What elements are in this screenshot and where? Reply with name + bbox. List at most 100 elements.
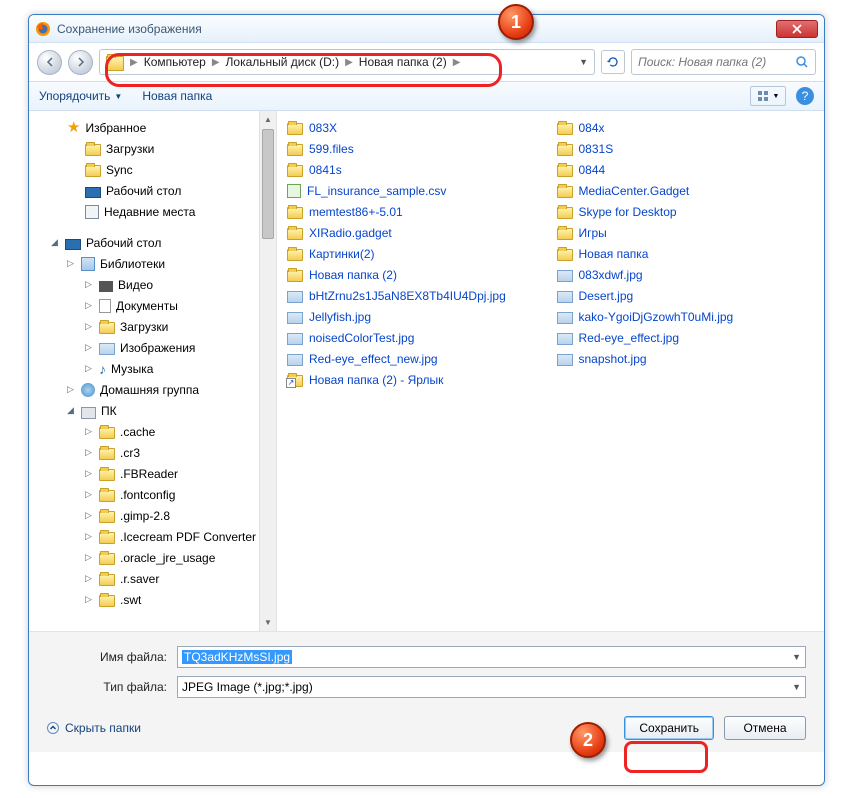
file-item[interactable]: 084x — [551, 117, 821, 138]
tree-desktop[interactable]: ◢Рабочий стол — [37, 232, 276, 253]
tree-documents[interactable]: ▷Документы — [37, 295, 276, 316]
expander-icon[interactable]: ▷ — [85, 447, 94, 458]
expander-icon[interactable]: ▷ — [85, 342, 94, 353]
expander-icon[interactable]: ▷ — [67, 258, 76, 269]
tree-homegroup[interactable]: ▷Домашняя группа — [37, 379, 276, 400]
file-item[interactable]: Red-eye_effect_new.jpg — [281, 348, 551, 369]
file-item[interactable]: XIRadio.gadget — [281, 222, 551, 243]
expander-icon[interactable]: ◢ — [67, 405, 76, 416]
tree-folder[interactable]: ▷.r.saver — [37, 568, 276, 589]
file-item[interactable]: 083X — [281, 117, 551, 138]
file-column-2: 084x0831S 0844 MediaCenter.GadgetSkype for… — [551, 117, 821, 625]
file-item[interactable]: Новая папка (2) - Ярлык — [281, 369, 551, 390]
expander-icon[interactable]: ▷ — [85, 594, 94, 605]
dialog-window: Сохранение изображения ▶ Компьютер ▶ Лок… — [28, 14, 825, 786]
file-item[interactable]: Red-eye_effect.jpg — [551, 327, 821, 348]
expander-icon[interactable]: ▷ — [85, 573, 94, 584]
tree-video[interactable]: ▷Видео — [37, 274, 276, 295]
file-item[interactable]: Новая папка — [551, 243, 821, 264]
file-item[interactable]: Desert.jpg — [551, 285, 821, 306]
file-name: Новая папка (2) — [309, 268, 397, 282]
expander-icon[interactable]: ▷ — [85, 510, 94, 521]
refresh-button[interactable] — [601, 50, 625, 74]
scroll-up-icon[interactable]: ▲ — [260, 111, 276, 128]
file-item[interactable]: bHtZrnu2s1J5aN8EX8Tb4IU4Dpj.jpg — [281, 285, 551, 306]
file-item[interactable]: kako-YgoiDjGzowhT0uMi.jpg — [551, 306, 821, 327]
tree-music[interactable]: ▷♪Музыка — [37, 358, 276, 379]
file-item[interactable]: FL_insurance_sample.csv — [281, 180, 551, 201]
expander-icon[interactable]: ▷ — [85, 468, 94, 479]
tree-recent[interactable]: Недавние места — [37, 201, 276, 222]
file-item[interactable]: Игры — [551, 222, 821, 243]
help-button[interactable]: ? — [796, 87, 814, 105]
file-item[interactable]: Jellyfish.jpg — [281, 306, 551, 327]
file-item[interactable]: 0841s — [281, 159, 551, 180]
forward-button[interactable] — [68, 50, 93, 75]
expander-icon[interactable]: ◢ — [51, 237, 60, 248]
expander-icon[interactable]: ▷ — [85, 321, 94, 332]
tree-libraries[interactable]: ▷Библиотеки — [37, 253, 276, 274]
expander-icon[interactable]: ▷ — [85, 489, 94, 500]
tree-folder[interactable]: ▷.cache — [37, 421, 276, 442]
expander-icon[interactable]: ▷ — [85, 363, 94, 374]
tree-downloads[interactable]: Загрузки — [37, 138, 276, 159]
file-item[interactable]: 083xdwf.jpg — [551, 264, 821, 285]
filename-input[interactable]: TQ3adKHzMsSI.jpg ▼ — [177, 646, 806, 668]
file-item[interactable]: MediaCenter.Gadget — [551, 180, 821, 201]
chevron-down-icon[interactable]: ▼ — [792, 682, 801, 692]
file-name: Red-eye_effect.jpg — [579, 331, 680, 345]
breadcrumb-drive[interactable]: Локальный диск (D:) — [226, 55, 340, 69]
tree-folder[interactable]: ▷.swt — [37, 589, 276, 610]
chevron-down-icon[interactable]: ▼ — [792, 652, 801, 662]
file-item[interactable]: noisedColorTest.jpg — [281, 327, 551, 348]
tree-folder[interactable]: ▷.cr3 — [37, 442, 276, 463]
file-item[interactable]: Новая папка (2) — [281, 264, 551, 285]
file-item[interactable]: 0844 — [551, 159, 821, 180]
file-name: 0844 — [579, 163, 606, 177]
filename-value: TQ3adKHzMsSI.jpg — [182, 650, 292, 664]
back-button[interactable] — [37, 50, 62, 75]
chevron-down-icon[interactable]: ▼ — [579, 57, 588, 67]
document-icon — [99, 299, 111, 313]
view-options-button[interactable]: ▼ — [750, 86, 786, 106]
sidebar-scrollbar[interactable]: ▲ ▼ — [259, 111, 276, 631]
scroll-down-icon[interactable]: ▼ — [260, 614, 276, 631]
breadcrumb-folder[interactable]: Новая папка (2) — [359, 55, 447, 69]
file-item[interactable]: memtest86+-5.01 — [281, 201, 551, 222]
search-input[interactable] — [638, 55, 795, 69]
breadcrumb-computer[interactable]: Компьютер — [144, 55, 206, 69]
file-item[interactable]: snapshot.jpg — [551, 348, 821, 369]
tree-images[interactable]: ▷Изображения — [37, 337, 276, 358]
tree-sync[interactable]: Sync — [37, 159, 276, 180]
file-item[interactable]: 599.files — [281, 138, 551, 159]
tree-folder[interactable]: ▷.FBReader — [37, 463, 276, 484]
new-folder-button[interactable]: Новая папка — [142, 89, 212, 103]
tree-folder[interactable]: ▷.fontconfig — [37, 484, 276, 505]
tree-downloads2[interactable]: ▷Загрузки — [37, 316, 276, 337]
cancel-button[interactable]: Отмена — [724, 716, 806, 740]
expander-icon[interactable]: ▷ — [85, 426, 94, 437]
close-button[interactable] — [776, 20, 818, 38]
search-box[interactable] — [631, 49, 816, 75]
tree-folder[interactable]: ▷.oracle_jre_usage — [37, 547, 276, 568]
filetype-select[interactable]: JPEG Image (*.jpg;*.jpg) ▼ — [177, 676, 806, 698]
save-button[interactable]: Сохранить — [624, 716, 714, 740]
expander-icon[interactable]: ▷ — [85, 531, 94, 542]
scrollbar-thumb[interactable] — [262, 129, 274, 239]
expander-icon[interactable]: ▷ — [85, 552, 94, 563]
file-item[interactable]: Skype for Desktop — [551, 201, 821, 222]
address-bar[interactable]: ▶ Компьютер ▶ Локальный диск (D:) ▶ Нова… — [99, 49, 595, 75]
expander-icon[interactable]: ▷ — [85, 279, 94, 290]
file-item[interactable]: 0831S — [551, 138, 821, 159]
tree-desktop-fav[interactable]: Рабочий стол — [37, 180, 276, 201]
tree-folder[interactable]: ▷.gimp-2.8 — [37, 505, 276, 526]
expander-icon[interactable]: ▷ — [85, 300, 94, 311]
tree-folder[interactable]: ▷.Icecream PDF Converter — [37, 526, 276, 547]
file-item[interactable]: Картинки(2) — [281, 243, 551, 264]
hide-folders-button[interactable]: Скрыть папки — [47, 721, 141, 735]
tree-pc[interactable]: ◢ПК — [37, 400, 276, 421]
expander-icon[interactable]: ▷ — [67, 384, 76, 395]
folder-icon — [557, 186, 573, 198]
tree-favorites[interactable]: ★Избранное — [37, 117, 276, 138]
organize-button[interactable]: Упорядочить ▼ — [39, 89, 122, 103]
